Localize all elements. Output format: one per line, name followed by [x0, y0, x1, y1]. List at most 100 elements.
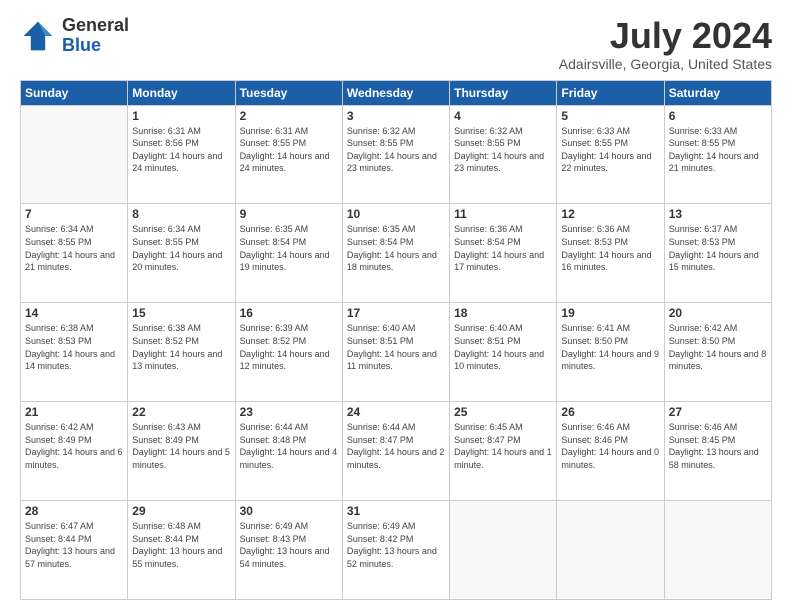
- calendar-week-row: 1 Sunrise: 6:31 AM Sunset: 8:56 PM Dayli…: [21, 105, 772, 204]
- day-info: Sunrise: 6:39 AM Sunset: 8:52 PM Dayligh…: [240, 322, 338, 372]
- daylight-text: Daylight: 14 hours and 6 minutes.: [25, 447, 123, 470]
- header-tuesday: Tuesday: [235, 80, 342, 105]
- day-number: 12: [561, 207, 659, 221]
- daylight-text: Daylight: 13 hours and 55 minutes.: [132, 546, 222, 569]
- calendar-week-row: 21 Sunrise: 6:42 AM Sunset: 8:49 PM Dayl…: [21, 402, 772, 501]
- day-number: 30: [240, 504, 338, 518]
- table-row: 10 Sunrise: 6:35 AM Sunset: 8:54 PM Dayl…: [342, 204, 449, 303]
- day-info: Sunrise: 6:46 AM Sunset: 8:46 PM Dayligh…: [561, 421, 659, 471]
- day-info: Sunrise: 6:42 AM Sunset: 8:49 PM Dayligh…: [25, 421, 123, 471]
- header-thursday: Thursday: [450, 80, 557, 105]
- table-row: 28 Sunrise: 6:47 AM Sunset: 8:44 PM Dayl…: [21, 501, 128, 600]
- sunrise-text: Sunrise: 6:35 AM: [347, 224, 416, 234]
- table-row: 19 Sunrise: 6:41 AM Sunset: 8:50 PM Dayl…: [557, 303, 664, 402]
- table-row: 12 Sunrise: 6:36 AM Sunset: 8:53 PM Dayl…: [557, 204, 664, 303]
- table-row: [664, 501, 771, 600]
- header-wednesday: Wednesday: [342, 80, 449, 105]
- day-number: 28: [25, 504, 123, 518]
- logo-icon: [20, 18, 56, 54]
- day-number: 9: [240, 207, 338, 221]
- day-number: 16: [240, 306, 338, 320]
- sunrise-text: Sunrise: 6:34 AM: [25, 224, 94, 234]
- day-info: Sunrise: 6:41 AM Sunset: 8:50 PM Dayligh…: [561, 322, 659, 372]
- sunrise-text: Sunrise: 6:31 AM: [132, 126, 201, 136]
- sunset-text: Sunset: 8:52 PM: [240, 336, 307, 346]
- table-row: 15 Sunrise: 6:38 AM Sunset: 8:52 PM Dayl…: [128, 303, 235, 402]
- day-number: 10: [347, 207, 445, 221]
- table-row: [557, 501, 664, 600]
- table-row: 17 Sunrise: 6:40 AM Sunset: 8:51 PM Dayl…: [342, 303, 449, 402]
- table-row: 23 Sunrise: 6:44 AM Sunset: 8:48 PM Dayl…: [235, 402, 342, 501]
- table-row: 29 Sunrise: 6:48 AM Sunset: 8:44 PM Dayl…: [128, 501, 235, 600]
- daylight-text: Daylight: 14 hours and 0 minutes.: [561, 447, 659, 470]
- daylight-text: Daylight: 14 hours and 13 minutes.: [132, 349, 222, 372]
- sunset-text: Sunset: 8:51 PM: [347, 336, 414, 346]
- table-row: 2 Sunrise: 6:31 AM Sunset: 8:55 PM Dayli…: [235, 105, 342, 204]
- logo-blue-label: Blue: [62, 36, 129, 56]
- sunrise-text: Sunrise: 6:38 AM: [132, 323, 201, 333]
- sunset-text: Sunset: 8:47 PM: [347, 435, 414, 445]
- sunset-text: Sunset: 8:56 PM: [132, 138, 199, 148]
- table-row: 25 Sunrise: 6:45 AM Sunset: 8:47 PM Dayl…: [450, 402, 557, 501]
- daylight-text: Daylight: 13 hours and 52 minutes.: [347, 546, 437, 569]
- day-info: Sunrise: 6:36 AM Sunset: 8:53 PM Dayligh…: [561, 223, 659, 273]
- day-info: Sunrise: 6:31 AM Sunset: 8:56 PM Dayligh…: [132, 125, 230, 175]
- sunrise-text: Sunrise: 6:49 AM: [240, 521, 309, 531]
- header: General Blue July 2024 Adairsville, Geor…: [20, 16, 772, 72]
- table-row: 3 Sunrise: 6:32 AM Sunset: 8:55 PM Dayli…: [342, 105, 449, 204]
- daylight-text: Daylight: 14 hours and 8 minutes.: [669, 349, 767, 372]
- sunset-text: Sunset: 8:55 PM: [669, 138, 736, 148]
- sunrise-text: Sunrise: 6:35 AM: [240, 224, 309, 234]
- sunset-text: Sunset: 8:53 PM: [25, 336, 92, 346]
- table-row: 7 Sunrise: 6:34 AM Sunset: 8:55 PM Dayli…: [21, 204, 128, 303]
- sunrise-text: Sunrise: 6:31 AM: [240, 126, 309, 136]
- day-number: 19: [561, 306, 659, 320]
- sunset-text: Sunset: 8:42 PM: [347, 534, 414, 544]
- daylight-text: Daylight: 14 hours and 11 minutes.: [347, 349, 437, 372]
- day-info: Sunrise: 6:44 AM Sunset: 8:47 PM Dayligh…: [347, 421, 445, 471]
- logo: General Blue: [20, 16, 129, 56]
- day-number: 3: [347, 109, 445, 123]
- table-row: 22 Sunrise: 6:43 AM Sunset: 8:49 PM Dayl…: [128, 402, 235, 501]
- day-number: 2: [240, 109, 338, 123]
- header-friday: Friday: [557, 80, 664, 105]
- daylight-text: Daylight: 14 hours and 4 minutes.: [240, 447, 338, 470]
- sunset-text: Sunset: 8:50 PM: [561, 336, 628, 346]
- day-info: Sunrise: 6:36 AM Sunset: 8:54 PM Dayligh…: [454, 223, 552, 273]
- table-row: 31 Sunrise: 6:49 AM Sunset: 8:42 PM Dayl…: [342, 501, 449, 600]
- daylight-text: Daylight: 13 hours and 58 minutes.: [669, 447, 759, 470]
- day-info: Sunrise: 6:45 AM Sunset: 8:47 PM Dayligh…: [454, 421, 552, 471]
- day-info: Sunrise: 6:34 AM Sunset: 8:55 PM Dayligh…: [25, 223, 123, 273]
- sunrise-text: Sunrise: 6:49 AM: [347, 521, 416, 531]
- day-number: 29: [132, 504, 230, 518]
- day-number: 27: [669, 405, 767, 419]
- calendar-table: Sunday Monday Tuesday Wednesday Thursday…: [20, 80, 772, 600]
- sunset-text: Sunset: 8:46 PM: [561, 435, 628, 445]
- day-number: 11: [454, 207, 552, 221]
- table-row: [450, 501, 557, 600]
- table-row: 14 Sunrise: 6:38 AM Sunset: 8:53 PM Dayl…: [21, 303, 128, 402]
- calendar-location: Adairsville, Georgia, United States: [559, 56, 772, 72]
- table-row: 1 Sunrise: 6:31 AM Sunset: 8:56 PM Dayli…: [128, 105, 235, 204]
- table-row: 24 Sunrise: 6:44 AM Sunset: 8:47 PM Dayl…: [342, 402, 449, 501]
- day-info: Sunrise: 6:33 AM Sunset: 8:55 PM Dayligh…: [669, 125, 767, 175]
- sunrise-text: Sunrise: 6:37 AM: [669, 224, 738, 234]
- sunset-text: Sunset: 8:44 PM: [132, 534, 199, 544]
- daylight-text: Daylight: 14 hours and 17 minutes.: [454, 250, 544, 273]
- logo-general-label: General: [62, 16, 129, 36]
- sunrise-text: Sunrise: 6:40 AM: [454, 323, 523, 333]
- page: General Blue July 2024 Adairsville, Geor…: [0, 0, 792, 612]
- daylight-text: Daylight: 14 hours and 22 minutes.: [561, 151, 651, 174]
- day-number: 4: [454, 109, 552, 123]
- sunset-text: Sunset: 8:53 PM: [561, 237, 628, 247]
- daylight-text: Daylight: 14 hours and 23 minutes.: [454, 151, 544, 174]
- table-row: 5 Sunrise: 6:33 AM Sunset: 8:55 PM Dayli…: [557, 105, 664, 204]
- daylight-text: Daylight: 14 hours and 18 minutes.: [347, 250, 437, 273]
- table-row: 16 Sunrise: 6:39 AM Sunset: 8:52 PM Dayl…: [235, 303, 342, 402]
- day-info: Sunrise: 6:32 AM Sunset: 8:55 PM Dayligh…: [347, 125, 445, 175]
- day-number: 13: [669, 207, 767, 221]
- sunrise-text: Sunrise: 6:46 AM: [669, 422, 738, 432]
- daylight-text: Daylight: 14 hours and 14 minutes.: [25, 349, 115, 372]
- sunrise-text: Sunrise: 6:48 AM: [132, 521, 201, 531]
- day-info: Sunrise: 6:43 AM Sunset: 8:49 PM Dayligh…: [132, 421, 230, 471]
